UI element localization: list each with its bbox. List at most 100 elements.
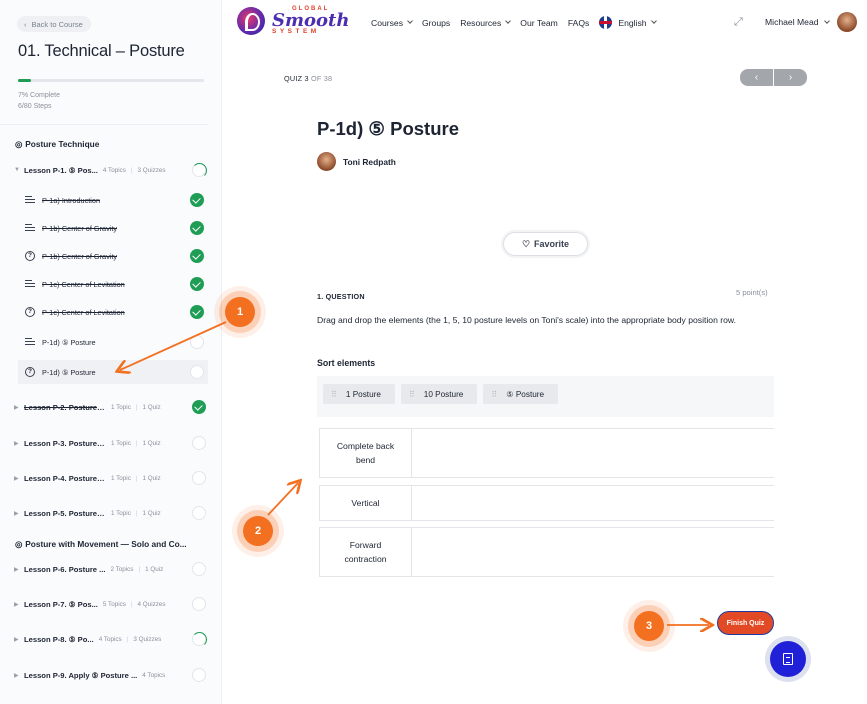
topic-title: P-1d) ⑤ Posture [42, 337, 96, 347]
topic-row-active[interactable]: ? P-1d) ⑤ Posture [18, 360, 208, 384]
drag-handle-icon[interactable]: ⠿ [491, 390, 497, 399]
nav-label: Courses [371, 17, 403, 28]
caret-right-icon[interactable]: ▶ [14, 672, 24, 679]
drop-row-label: Forward contraction [320, 528, 412, 576]
annotation-marker-2: 2 [243, 516, 273, 546]
question-label: 1. QUESTION [317, 292, 365, 301]
drag-handle-icon[interactable]: ⠿ [331, 390, 337, 399]
lesson-row-p1[interactable]: ▼ Lesson P-1. ⑤ Pos... 4 Topics | 3 Quiz… [14, 160, 208, 180]
lesson-row-p4[interactable]: ▶ Lesson P-4. Posture wi... 1 Topic | 1 … [14, 468, 208, 488]
topic-row[interactable]: P-1d) ⑤ Posture [18, 330, 208, 354]
lesson-quizzes-count: 3 Quizzes [133, 635, 162, 643]
lesson-quizzes-count: 1 Quiz [142, 474, 161, 482]
back-to-course-button[interactable]: ‹ Back to Course [17, 16, 91, 32]
lesson-title: Lesson P-1. ⑤ Pos... [24, 165, 98, 175]
lesson-title: Lesson P-9. Apply ⑤ Posture ... [24, 670, 138, 680]
language-switcher[interactable]: English [599, 16, 657, 29]
finish-quiz-button[interactable]: Finish Quiz [717, 611, 774, 635]
lesson-row-p8[interactable]: ▶ Lesson P-8. ⑤ Po... 4 Topics | 3 Quizz… [14, 629, 208, 649]
incomplete-circle-icon [192, 597, 206, 611]
nav-label: Groups [422, 17, 451, 28]
sort-item-label: 1 Posture [345, 389, 381, 399]
favorite-button[interactable]: ♡ Favorite [503, 232, 588, 256]
sort-item-label: ⑤ Posture [506, 390, 545, 399]
target-icon: ◎ [15, 139, 23, 149]
quiz-counter: QUIZ 3 OF 38 [284, 74, 332, 83]
lesson-progress-icon [191, 162, 207, 178]
nav-resources[interactable]: Resources [460, 18, 512, 28]
drop-zone[interactable] [412, 486, 774, 520]
nav-groups[interactable]: Groups [422, 18, 450, 28]
caret-right-icon[interactable]: ▶ [14, 475, 24, 482]
incomplete-circle-icon [192, 562, 206, 576]
lesson-row-p3[interactable]: ▶ Lesson P-3. Posture wi... 1 Topic | 1 … [14, 433, 208, 453]
caret-right-icon[interactable]: ▶ [14, 601, 24, 608]
section-heading-posture-with-movement: ◎ Posture with Movement — Solo and Co... [15, 539, 210, 549]
topic-row[interactable]: P-1c) Center of Levitation [18, 272, 208, 296]
topic-title: P-1b) Center of Gravity [42, 223, 118, 233]
user-menu[interactable]: Michael Mead [765, 12, 857, 32]
quiz-content: QUIZ 3 OF 38 ‹ › P-1d) ⑤ Posture Toni Re… [222, 44, 867, 704]
lesson-doc-icon [18, 196, 42, 204]
meta-divider: | [130, 166, 133, 174]
drop-row[interactable]: Forward contraction [319, 527, 774, 577]
user-avatar [836, 12, 857, 32]
complete-check-icon [190, 193, 204, 207]
quiz-question-icon: ? [18, 251, 42, 261]
next-button[interactable]: › [774, 69, 807, 86]
lesson-topics-count: 2 Topics [110, 565, 134, 573]
topic-row[interactable]: ? P-1c) Center of Levitation [18, 300, 208, 324]
language-label: English [618, 17, 647, 28]
caret-right-icon[interactable]: ▶ [14, 636, 24, 643]
lesson-row-p6[interactable]: ▶ Lesson P-6. Posture ... 2 Topics | 1 Q… [14, 559, 208, 579]
caret-right-icon[interactable]: ▶ [14, 510, 24, 517]
chevron-down-icon [823, 17, 830, 24]
drag-handle-icon[interactable]: ⠿ [409, 390, 415, 399]
expand-icon[interactable]: ⤢ [734, 16, 743, 29]
prev-button[interactable]: ‹ [740, 69, 773, 86]
author-name: Toni Redpath [343, 156, 396, 167]
drop-row[interactable]: Complete back bend [319, 428, 774, 478]
lesson-title: Lesson P-8. ⑤ Po... [24, 634, 94, 644]
drop-zone[interactable] [412, 429, 774, 477]
sort-item[interactable]: ⠿ 1 Posture [323, 384, 395, 404]
topic-title: P-1c) Center of Levitation [42, 279, 125, 289]
question-points: 5 point(s) [736, 288, 768, 297]
progress-steps-label: 6/80 Steps [18, 103, 52, 110]
incomplete-circle-icon [190, 365, 204, 379]
caret-down-icon[interactable]: ▼ [14, 167, 24, 173]
lesson-topics-count: 5 Topics [102, 600, 126, 608]
topic-row[interactable]: P-1b) Center of Gravity [18, 216, 208, 240]
site-logo[interactable]: GLOBAL Smooth SYSTEM [237, 6, 349, 36]
sort-item[interactable]: ⠿ 10 Posture [400, 384, 478, 404]
nav-our-team[interactable]: Our Team [520, 18, 558, 28]
drop-row[interactable]: Vertical [319, 485, 774, 521]
sort-item[interactable]: ⠿ ⑤ Posture [483, 384, 559, 404]
drop-zone[interactable] [412, 528, 774, 576]
lesson-quizzes-count: 1 Quiz [145, 565, 164, 573]
incomplete-circle-icon [192, 506, 206, 520]
lesson-row-p2[interactable]: ▶ Lesson P-2. Posture wi... 1 Topic | 1 … [14, 397, 208, 417]
main-nav: Courses Groups Resources Our Team FAQs E… [371, 16, 666, 29]
meta-divider: | [135, 474, 138, 482]
course-title: 01. Technical – Posture [18, 42, 185, 60]
topic-row[interactable]: ? P-1b) Center of Gravity [18, 244, 208, 268]
caret-right-icon[interactable]: ▶ [14, 440, 24, 447]
caret-right-icon[interactable]: ▶ [14, 404, 24, 411]
nav-courses[interactable]: Courses [371, 17, 413, 28]
complete-check-icon [190, 249, 204, 263]
lesson-row-p7[interactable]: ▶ Lesson P-7. ⑤ Pos... 5 Topics | 4 Quiz… [14, 594, 208, 614]
lesson-row-p5[interactable]: ▶ Lesson P-5. Posture 1–... 1 Topic | 1 … [14, 503, 208, 523]
lesson-doc-icon [18, 224, 42, 232]
lesson-title: Lesson P-7. ⑤ Pos... [24, 599, 98, 609]
topic-row[interactable]: P-1a) Introduction [18, 188, 208, 212]
quiz-total: OF 38 [310, 74, 333, 83]
notes-fab-button[interactable] [770, 641, 806, 677]
lesson-row-p9[interactable]: ▶ Lesson P-9. Apply ⑤ Posture ... 4 Topi… [14, 665, 208, 685]
nav-faqs[interactable]: FAQs [568, 18, 590, 28]
section-title: Posture with Movement — Solo and Co... [25, 539, 187, 549]
caret-right-icon[interactable]: ▶ [14, 566, 24, 573]
lesson-topics-count: 4 Topics [142, 671, 166, 679]
author-info: Toni Redpath [317, 152, 396, 171]
meta-divider: | [126, 635, 129, 643]
